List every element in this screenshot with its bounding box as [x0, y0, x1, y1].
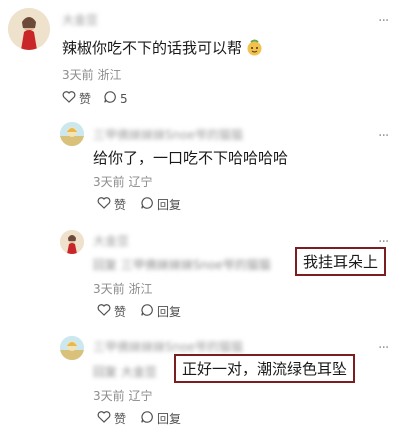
- more-dots-icon[interactable]: ···: [378, 14, 389, 28]
- reply-meta: 3天前 辽宁: [93, 175, 153, 189]
- avatar[interactable]: [60, 336, 84, 360]
- comment-bubble-icon: [140, 410, 154, 427]
- username[interactable]: 三甲佛妹妹妹Snoe爷的猫猫: [93, 126, 243, 143]
- more-dots-icon[interactable]: ···: [378, 129, 389, 143]
- avatar[interactable]: [60, 230, 84, 254]
- comment-meta: 3天前 浙江: [62, 68, 122, 82]
- reply-button[interactable]: 回复: [140, 410, 181, 427]
- like-label: 赞: [79, 92, 92, 106]
- reply-label: 回复: [157, 412, 182, 426]
- comment-count: 5: [120, 91, 128, 106]
- heart-icon: [62, 90, 76, 107]
- like-label: 赞: [114, 198, 127, 212]
- avatar[interactable]: [8, 8, 50, 50]
- sticker-emoji-icon: [246, 39, 263, 56]
- comment-bubble-icon: [140, 196, 154, 213]
- reply-button[interactable]: 回复: [140, 303, 181, 320]
- reply-meta: 3天前 浙江: [93, 282, 153, 296]
- more-dots-icon[interactable]: ···: [378, 341, 389, 355]
- like-button[interactable]: 赞: [97, 303, 126, 320]
- heart-icon: [97, 303, 111, 320]
- like-label: 赞: [114, 412, 127, 426]
- reply-meta: 3天前 辽宁: [93, 389, 153, 403]
- comment-text: 辣椒你吃不下的话我可以帮: [62, 39, 243, 57]
- reply-button[interactable]: 回复: [140, 196, 181, 213]
- heart-icon: [97, 410, 111, 427]
- username[interactable]: 大金豆: [62, 11, 98, 28]
- comment-bubble-icon: [140, 303, 154, 320]
- reply-text: 正好一对，潮流绿色耳坠: [174, 354, 356, 383]
- like-button[interactable]: 赞: [62, 90, 91, 107]
- reply-text: 我挂耳朵上: [295, 247, 387, 276]
- reply-text: 给你了，一口吃不下哈哈哈哈: [93, 149, 289, 167]
- username[interactable]: 三甲佛妹妹妹Snoe爷的猫猫: [93, 338, 243, 355]
- like-label: 赞: [114, 305, 127, 319]
- reply-label: 回复: [157, 305, 182, 319]
- reply-prefix[interactable]: 回复 大金豆: [93, 363, 157, 380]
- avatar[interactable]: [60, 122, 84, 146]
- comment-bubble-icon: [103, 90, 117, 107]
- comment-count-button[interactable]: 5: [103, 90, 128, 107]
- reply-label: 回复: [157, 198, 182, 212]
- like-button[interactable]: 赞: [97, 410, 126, 427]
- reply-prefix[interactable]: 回复 三甲佛妹妹妹Snoe爷的猫猫: [93, 256, 271, 273]
- heart-icon: [97, 196, 111, 213]
- like-button[interactable]: 赞: [97, 196, 126, 213]
- username[interactable]: 大金豆: [93, 232, 129, 249]
